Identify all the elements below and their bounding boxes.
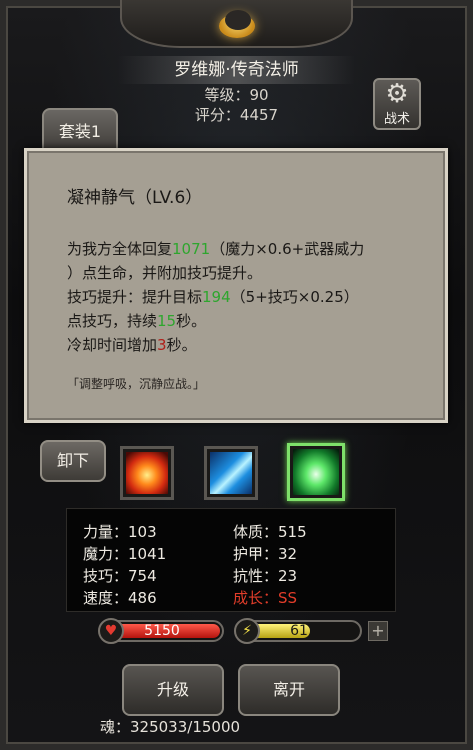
skill-boost-amount: 194 <box>202 288 231 306</box>
stat-armor: 护甲：32 <box>233 545 298 563</box>
hero-name-title: 罗维娜·传奇法师 <box>118 56 355 84</box>
green-heal-icon <box>293 449 339 495</box>
tactic-label: 战术 <box>383 112 410 127</box>
stats-panel: 力量：103 魔力：1041 技巧：754 速度：486 体质：515 护甲：3… <box>66 508 396 612</box>
skill-detail-panel: 凝神静气（LV.6） 为我方全体回复1071（魔力×0.6+武器威力 ）点生命，… <box>24 148 448 423</box>
skill-slot-heal[interactable] <box>287 443 345 501</box>
heart-icon: ♥ <box>98 618 124 644</box>
energy-bar: 61 ⚡ <box>234 618 362 644</box>
hp-bar: 5150 ♥ <box>98 618 224 644</box>
desc-text: 为我方全体回复 <box>67 240 173 258</box>
stat-resistance: 抗性：23 <box>233 567 298 585</box>
skill-slot-ice[interactable] <box>204 446 258 500</box>
desc-text: （魔力×0.6+武器威力 <box>210 240 365 258</box>
fire-burst-icon <box>126 452 168 494</box>
leave-button[interactable]: 离开 <box>238 664 340 716</box>
skill-slot-fire[interactable] <box>120 446 174 500</box>
upgrade-button[interactable]: 升级 <box>122 664 224 716</box>
stat-constitution: 体质：515 <box>233 523 307 541</box>
cooldown-amount: 3 <box>157 336 167 354</box>
stat-power: 力量：103 <box>83 523 157 541</box>
desc-text: 点技巧，持续 <box>67 312 158 330</box>
ice-slash-icon <box>210 452 252 494</box>
desc-text: 冷却时间增加 <box>67 336 158 354</box>
stat-growth: 成长：SS <box>233 589 298 607</box>
skill-quote: 「调整呼吸，沉静应战。」 <box>67 377 206 391</box>
desc-text: ）点生命，并附加技巧提升。 <box>67 264 263 282</box>
unequip-button[interactable]: 卸下 <box>40 440 106 482</box>
tactic-button[interactable]: ⚙ 战术 <box>373 78 421 130</box>
heal-amount: 1071 <box>172 240 211 258</box>
desc-text: 秒。 <box>176 312 207 330</box>
add-energy-button[interactable]: + <box>368 621 388 641</box>
stat-magic: 魔力：1041 <box>83 545 167 563</box>
duration-amount: 15 <box>157 312 177 330</box>
desc-text: 技巧提升：提升目标 <box>67 288 203 306</box>
gear-icon: ⚙ <box>385 79 409 109</box>
skill-description: 为我方全体回复1071（魔力×0.6+武器威力 ）点生命，并附加技巧提升。 技巧… <box>67 237 413 357</box>
desc-text: 秒。 <box>166 336 197 354</box>
soul-counter: 魂：325033/15000 <box>100 718 241 736</box>
stat-speed: 速度：486 <box>83 589 157 607</box>
stat-skill: 技巧：754 <box>83 567 157 585</box>
lightning-icon: ⚡ <box>234 618 260 644</box>
skill-title: 凝神静气（LV.6） <box>67 188 203 208</box>
desc-text: （5+技巧×0.25） <box>230 288 359 306</box>
crescent-moon-icon <box>219 10 255 38</box>
